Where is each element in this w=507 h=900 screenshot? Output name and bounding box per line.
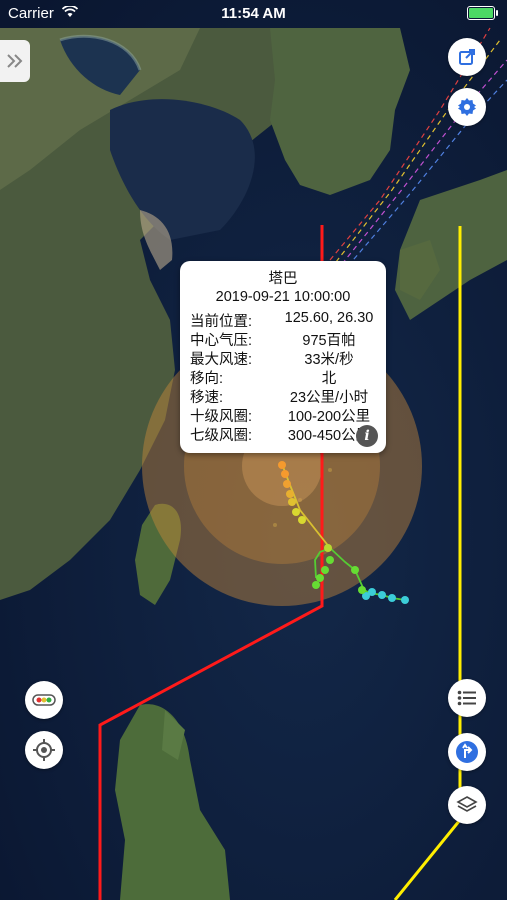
typhoon-info-popup[interactable]: 塔巴 2019-09-21 10:00:00 当前位置: 125.60, 26.… — [180, 261, 386, 453]
info-row-wind-speed: 最大风速: 33米/秒 — [190, 352, 354, 368]
route-button[interactable] — [448, 733, 486, 771]
info-row-position: 当前位置: 125.60, 26.30 — [190, 310, 374, 330]
typhoon-datetime: 2019-09-21 10:00:00 — [215, 289, 351, 305]
battery-icon — [467, 6, 498, 20]
double-chevron-right-icon — [7, 54, 23, 68]
crosshair-locate-icon — [33, 739, 55, 761]
status-bar: Carrier 11:54 AM — [0, 0, 507, 28]
list-button[interactable] — [448, 679, 486, 717]
traffic-light-icon — [32, 694, 56, 706]
share-icon — [459, 49, 475, 65]
traffic-legend-button[interactable] — [25, 681, 63, 719]
layers-icon — [456, 796, 478, 812]
info-row-move-speed: 移速: 23公里/小时 — [190, 390, 369, 406]
expand-panel-button[interactable] — [0, 40, 30, 82]
info-row-pressure: 中心气压: 975百帕 — [190, 333, 356, 349]
info-icon[interactable]: i — [356, 425, 378, 447]
locate-button[interactable] — [25, 731, 63, 769]
settings-button[interactable] — [448, 88, 486, 126]
route-arrow-icon — [456, 741, 478, 763]
clock: 11:54 AM — [221, 5, 286, 22]
share-button[interactable] — [448, 38, 486, 76]
info-row-7-level-radius: 七级风圈: 300-450公里 — [190, 428, 371, 444]
layers-button[interactable] — [448, 786, 486, 824]
list-icon — [457, 690, 476, 706]
typhoon-name: 塔巴 — [268, 271, 298, 287]
info-row-10-level-radius: 十级风圈: 100-200公里 — [190, 409, 371, 425]
info-row-direction: 移向: 北 — [190, 371, 337, 387]
gear-icon — [458, 98, 476, 116]
